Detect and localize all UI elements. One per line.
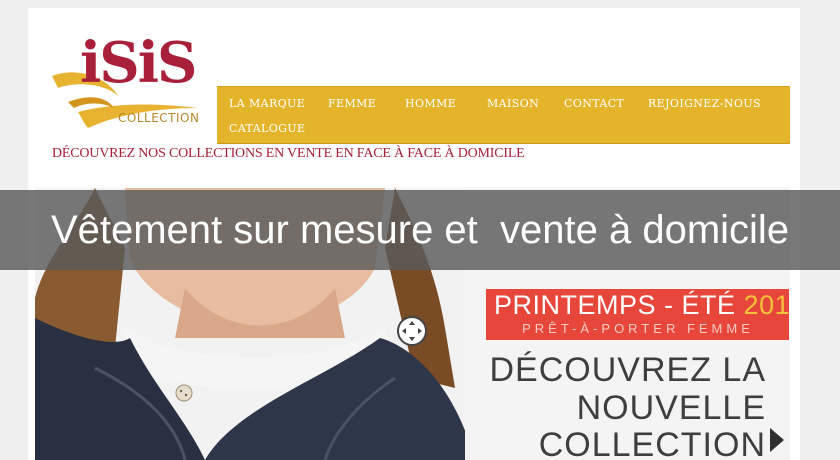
nav-item-catalogue[interactable]: CATALOGUE [229, 122, 305, 135]
promo-subtitle: PRÊT-À-PORTER FEMME [522, 321, 754, 336]
play-triangle-icon [770, 428, 784, 452]
promo-title: PRINTEMPS - ÉTÉ 2017 [494, 290, 790, 321]
nav-item-maison[interactable]: MAISON [487, 97, 539, 110]
main-nav: LA MARQUE FEMME HOMME MAISON CONTACT REJ… [217, 86, 790, 144]
hero-heading-line-1: DÉCOUVREZ LA [489, 351, 766, 389]
tagline: DÉCOUVREZ NOS COLLECTIONS EN VENTE EN FA… [52, 146, 525, 161]
hero-heading-line-3: COLLECTION [538, 426, 766, 460]
nav-item-contact[interactable]: CONTACT [564, 97, 624, 110]
promo-season: PRINTEMPS - ÉTÉ [494, 290, 736, 320]
logo-wordmark: iSiS [80, 30, 197, 96]
move-arrows-icon[interactable] [397, 316, 427, 346]
nav-item-femme[interactable]: FEMME [328, 97, 376, 110]
nav-item-rejoignez-nous[interactable]: REJOIGNEZ-NOUS [648, 97, 761, 110]
nav-item-homme[interactable]: HOMME [405, 97, 456, 110]
hero-cta-link[interactable]: COLLECTION [539, 426, 784, 460]
promo-banner: PRINTEMPS - ÉTÉ 2017 PRÊT-À-PORTER FEMME [486, 289, 790, 340]
logo-subtitle: COLLECTION [118, 111, 200, 125]
isis-logo[interactable]: iSiS COLLECTION [48, 16, 208, 136]
caption-title: Vêtement sur mesure et vente à domicile [50, 208, 790, 252]
hero-heading-line-2: NOUVELLE [576, 389, 766, 427]
nav-item-la-marque[interactable]: LA MARQUE [229, 97, 305, 110]
promo-year: 2017 [743, 290, 790, 320]
caption-overlay: Vêtement sur mesure et vente à domicile [0, 190, 840, 270]
